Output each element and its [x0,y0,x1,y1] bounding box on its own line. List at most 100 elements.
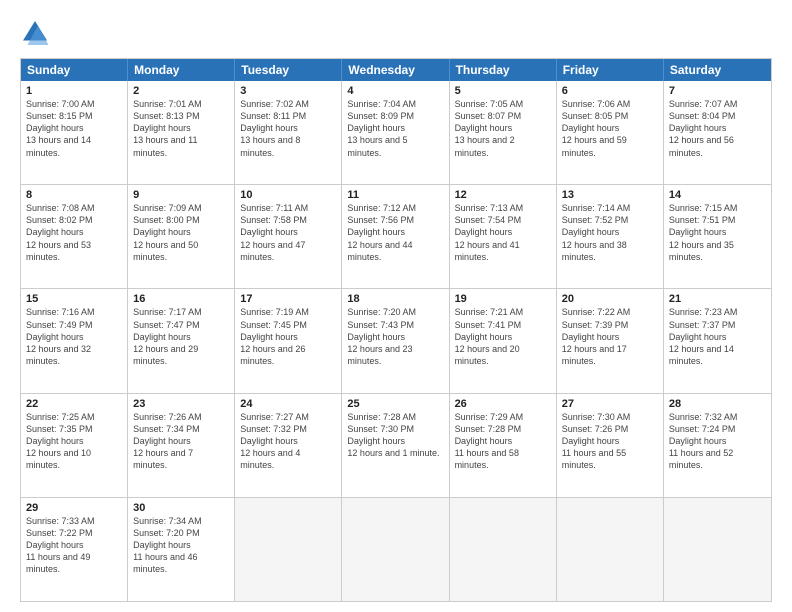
cal-cell: 8 Sunrise: 7:08 AM Sunset: 8:02 PM Dayli… [21,185,128,288]
cal-cell [557,498,664,601]
header-saturday: Saturday [664,59,771,81]
day-info: Sunrise: 7:30 AM Sunset: 7:26 PM Dayligh… [562,411,658,472]
cal-cell: 29 Sunrise: 7:33 AM Sunset: 7:22 PM Dayl… [21,498,128,601]
calendar-header: Sunday Monday Tuesday Wednesday Thursday… [21,59,771,81]
cal-cell: 27 Sunrise: 7:30 AM Sunset: 7:26 PM Dayl… [557,394,664,497]
week-row-5: 29 Sunrise: 7:33 AM Sunset: 7:22 PM Dayl… [21,497,771,601]
cal-cell: 2 Sunrise: 7:01 AM Sunset: 8:13 PM Dayli… [128,81,235,184]
day-info: Sunrise: 7:26 AM Sunset: 7:34 PM Dayligh… [133,411,229,472]
day-number: 16 [133,293,229,305]
page: Sunday Monday Tuesday Wednesday Thursday… [0,0,792,612]
day-info: Sunrise: 7:02 AM Sunset: 8:11 PM Dayligh… [240,98,336,159]
day-number: 22 [26,398,122,410]
day-info: Sunrise: 7:19 AM Sunset: 7:45 PM Dayligh… [240,306,336,367]
week-row-4: 22 Sunrise: 7:25 AM Sunset: 7:35 PM Dayl… [21,393,771,497]
day-info: Sunrise: 7:09 AM Sunset: 8:00 PM Dayligh… [133,202,229,263]
day-info: Sunrise: 7:34 AM Sunset: 7:20 PM Dayligh… [133,515,229,576]
day-info: Sunrise: 7:17 AM Sunset: 7:47 PM Dayligh… [133,306,229,367]
day-number: 17 [240,293,336,305]
day-info: Sunrise: 7:27 AM Sunset: 7:32 PM Dayligh… [240,411,336,472]
day-number: 27 [562,398,658,410]
cal-cell: 19 Sunrise: 7:21 AM Sunset: 7:41 PM Dayl… [450,289,557,392]
day-number: 11 [347,189,443,201]
day-info: Sunrise: 7:05 AM Sunset: 8:07 PM Dayligh… [455,98,551,159]
calendar-body: 1 Sunrise: 7:00 AM Sunset: 8:15 PM Dayli… [21,81,771,601]
day-info: Sunrise: 7:32 AM Sunset: 7:24 PM Dayligh… [669,411,766,472]
day-info: Sunrise: 7:06 AM Sunset: 8:05 PM Dayligh… [562,98,658,159]
header-monday: Monday [128,59,235,81]
day-info: Sunrise: 7:28 AM Sunset: 7:30 PM Dayligh… [347,411,443,460]
day-info: Sunrise: 7:14 AM Sunset: 7:52 PM Dayligh… [562,202,658,263]
cal-cell: 10 Sunrise: 7:11 AM Sunset: 7:58 PM Dayl… [235,185,342,288]
day-info: Sunrise: 7:08 AM Sunset: 8:02 PM Dayligh… [26,202,122,263]
cal-cell: 16 Sunrise: 7:17 AM Sunset: 7:47 PM Dayl… [128,289,235,392]
cal-cell: 15 Sunrise: 7:16 AM Sunset: 7:49 PM Dayl… [21,289,128,392]
logo-icon [20,18,50,48]
cal-cell: 20 Sunrise: 7:22 AM Sunset: 7:39 PM Dayl… [557,289,664,392]
cal-cell [235,498,342,601]
week-row-2: 8 Sunrise: 7:08 AM Sunset: 8:02 PM Dayli… [21,184,771,288]
day-number: 9 [133,189,229,201]
cal-cell: 26 Sunrise: 7:29 AM Sunset: 7:28 PM Dayl… [450,394,557,497]
cal-cell: 7 Sunrise: 7:07 AM Sunset: 8:04 PM Dayli… [664,81,771,184]
day-number: 26 [455,398,551,410]
header-wednesday: Wednesday [342,59,449,81]
cal-cell [664,498,771,601]
cal-cell [450,498,557,601]
week-row-3: 15 Sunrise: 7:16 AM Sunset: 7:49 PM Dayl… [21,288,771,392]
day-number: 23 [133,398,229,410]
cal-cell: 18 Sunrise: 7:20 AM Sunset: 7:43 PM Dayl… [342,289,449,392]
header-tuesday: Tuesday [235,59,342,81]
day-number: 1 [26,85,122,97]
cal-cell: 24 Sunrise: 7:27 AM Sunset: 7:32 PM Dayl… [235,394,342,497]
day-number: 6 [562,85,658,97]
header [20,18,772,48]
day-info: Sunrise: 7:04 AM Sunset: 8:09 PM Dayligh… [347,98,443,159]
day-number: 20 [562,293,658,305]
day-info: Sunrise: 7:01 AM Sunset: 8:13 PM Dayligh… [133,98,229,159]
day-info: Sunrise: 7:25 AM Sunset: 7:35 PM Dayligh… [26,411,122,472]
day-number: 7 [669,85,766,97]
day-info: Sunrise: 7:07 AM Sunset: 8:04 PM Dayligh… [669,98,766,159]
day-number: 2 [133,85,229,97]
day-info: Sunrise: 7:00 AM Sunset: 8:15 PM Dayligh… [26,98,122,159]
day-info: Sunrise: 7:29 AM Sunset: 7:28 PM Dayligh… [455,411,551,472]
cal-cell [342,498,449,601]
cal-cell: 4 Sunrise: 7:04 AM Sunset: 8:09 PM Dayli… [342,81,449,184]
day-info: Sunrise: 7:23 AM Sunset: 7:37 PM Dayligh… [669,306,766,367]
day-number: 14 [669,189,766,201]
day-number: 28 [669,398,766,410]
day-number: 4 [347,85,443,97]
week-row-1: 1 Sunrise: 7:00 AM Sunset: 8:15 PM Dayli… [21,81,771,184]
day-number: 18 [347,293,443,305]
day-info: Sunrise: 7:16 AM Sunset: 7:49 PM Dayligh… [26,306,122,367]
day-info: Sunrise: 7:33 AM Sunset: 7:22 PM Dayligh… [26,515,122,576]
cal-cell: 17 Sunrise: 7:19 AM Sunset: 7:45 PM Dayl… [235,289,342,392]
day-number: 8 [26,189,122,201]
day-number: 29 [26,502,122,514]
day-number: 25 [347,398,443,410]
cal-cell: 14 Sunrise: 7:15 AM Sunset: 7:51 PM Dayl… [664,185,771,288]
day-number: 19 [455,293,551,305]
cal-cell: 13 Sunrise: 7:14 AM Sunset: 7:52 PM Dayl… [557,185,664,288]
day-number: 21 [669,293,766,305]
day-number: 10 [240,189,336,201]
day-number: 12 [455,189,551,201]
header-sunday: Sunday [21,59,128,81]
day-number: 15 [26,293,122,305]
cal-cell: 3 Sunrise: 7:02 AM Sunset: 8:11 PM Dayli… [235,81,342,184]
day-info: Sunrise: 7:22 AM Sunset: 7:39 PM Dayligh… [562,306,658,367]
day-number: 5 [455,85,551,97]
day-info: Sunrise: 7:13 AM Sunset: 7:54 PM Dayligh… [455,202,551,263]
cal-cell: 21 Sunrise: 7:23 AM Sunset: 7:37 PM Dayl… [664,289,771,392]
header-thursday: Thursday [450,59,557,81]
cal-cell: 25 Sunrise: 7:28 AM Sunset: 7:30 PM Dayl… [342,394,449,497]
cal-cell: 12 Sunrise: 7:13 AM Sunset: 7:54 PM Dayl… [450,185,557,288]
calendar: Sunday Monday Tuesday Wednesday Thursday… [20,58,772,602]
day-info: Sunrise: 7:21 AM Sunset: 7:41 PM Dayligh… [455,306,551,367]
cal-cell: 30 Sunrise: 7:34 AM Sunset: 7:20 PM Dayl… [128,498,235,601]
day-info: Sunrise: 7:20 AM Sunset: 7:43 PM Dayligh… [347,306,443,367]
header-friday: Friday [557,59,664,81]
cal-cell: 23 Sunrise: 7:26 AM Sunset: 7:34 PM Dayl… [128,394,235,497]
day-number: 13 [562,189,658,201]
